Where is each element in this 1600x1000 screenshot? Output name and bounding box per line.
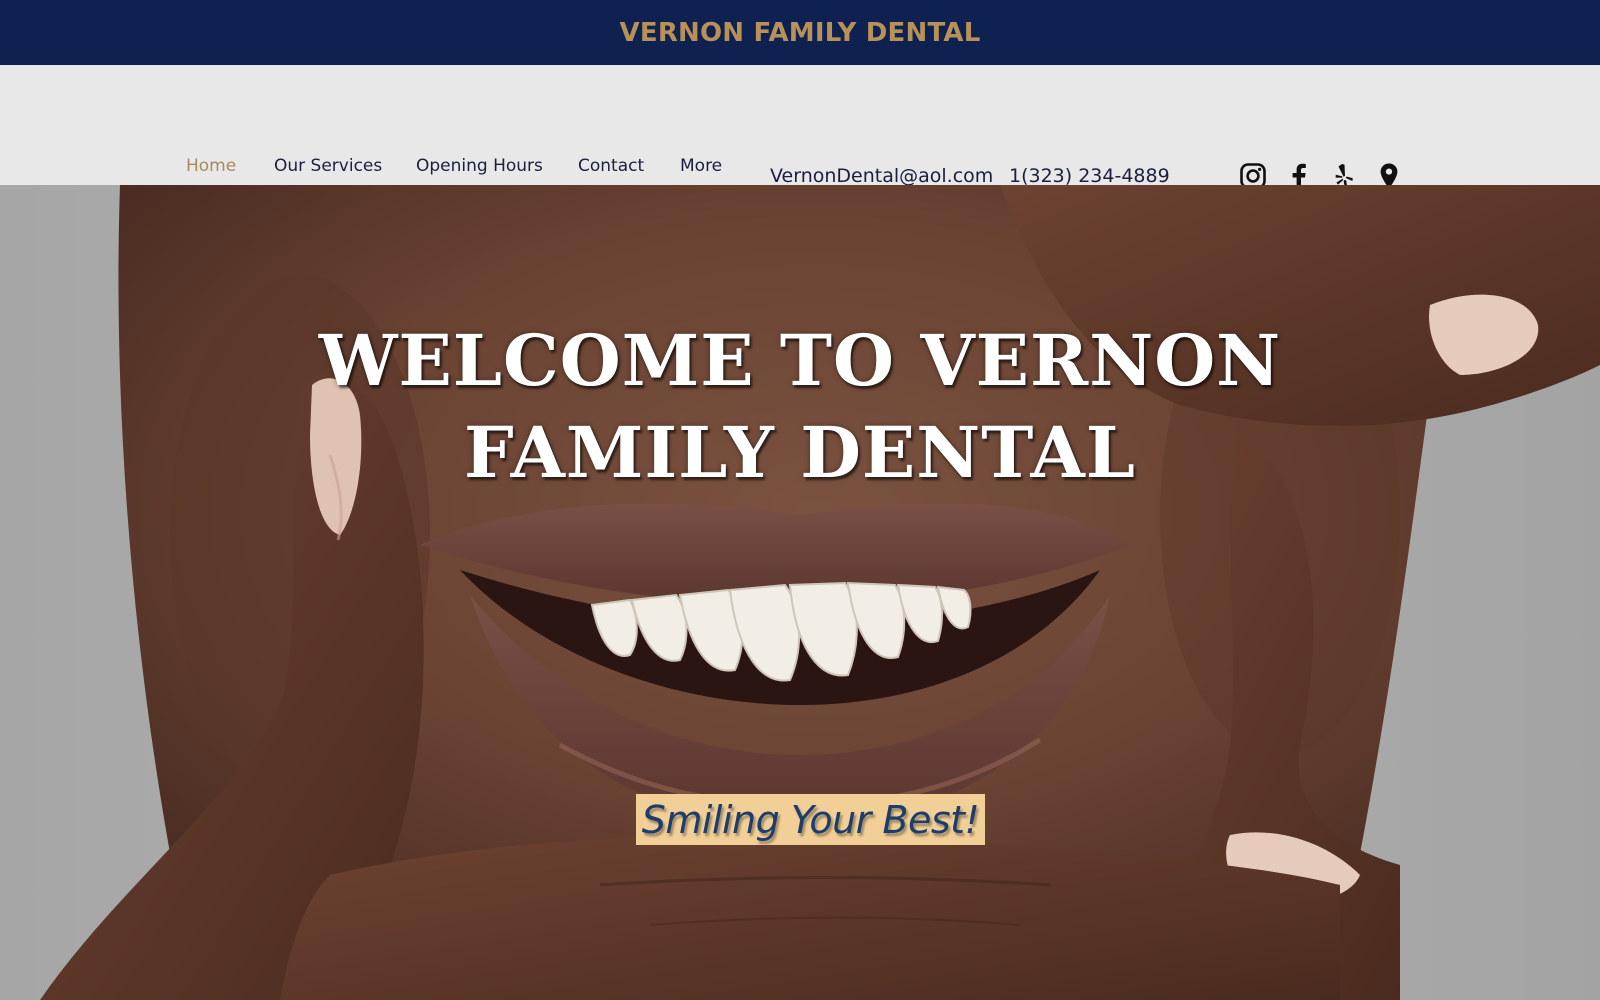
site-title[interactable]: VERNON FAMILY DENTAL <box>620 18 981 48</box>
hero-headline-line-1: WELCOME TO VERNON <box>318 319 1282 402</box>
nav-item-contact[interactable]: Contact <box>578 156 644 176</box>
nav-item-opening-hours[interactable]: Opening Hours <box>416 156 543 176</box>
hero-section: WELCOME TO VERNON FAMILY DENTAL <box>0 185 1600 1000</box>
hero-headline-line-2: FAMILY DENTAL <box>463 411 1137 494</box>
hero-smile-image <box>40 185 1600 1000</box>
nav-item-our-services[interactable]: Our Services <box>274 156 382 176</box>
email-link[interactable]: VernonDental@aol.com <box>770 165 993 187</box>
phone-link[interactable]: 1(323) 234-4889 <box>1009 165 1170 187</box>
navigation-bar: Home Our Services Opening Hours Contact … <box>0 65 1600 189</box>
top-banner: VERNON FAMILY DENTAL <box>0 0 1600 65</box>
nav-item-home[interactable]: Home <box>186 156 236 176</box>
tagline-badge: Smiling Your Best! <box>636 794 985 845</box>
nav-item-more[interactable]: More <box>680 156 722 176</box>
tagline-text: Smiling Your Best! <box>641 797 980 842</box>
